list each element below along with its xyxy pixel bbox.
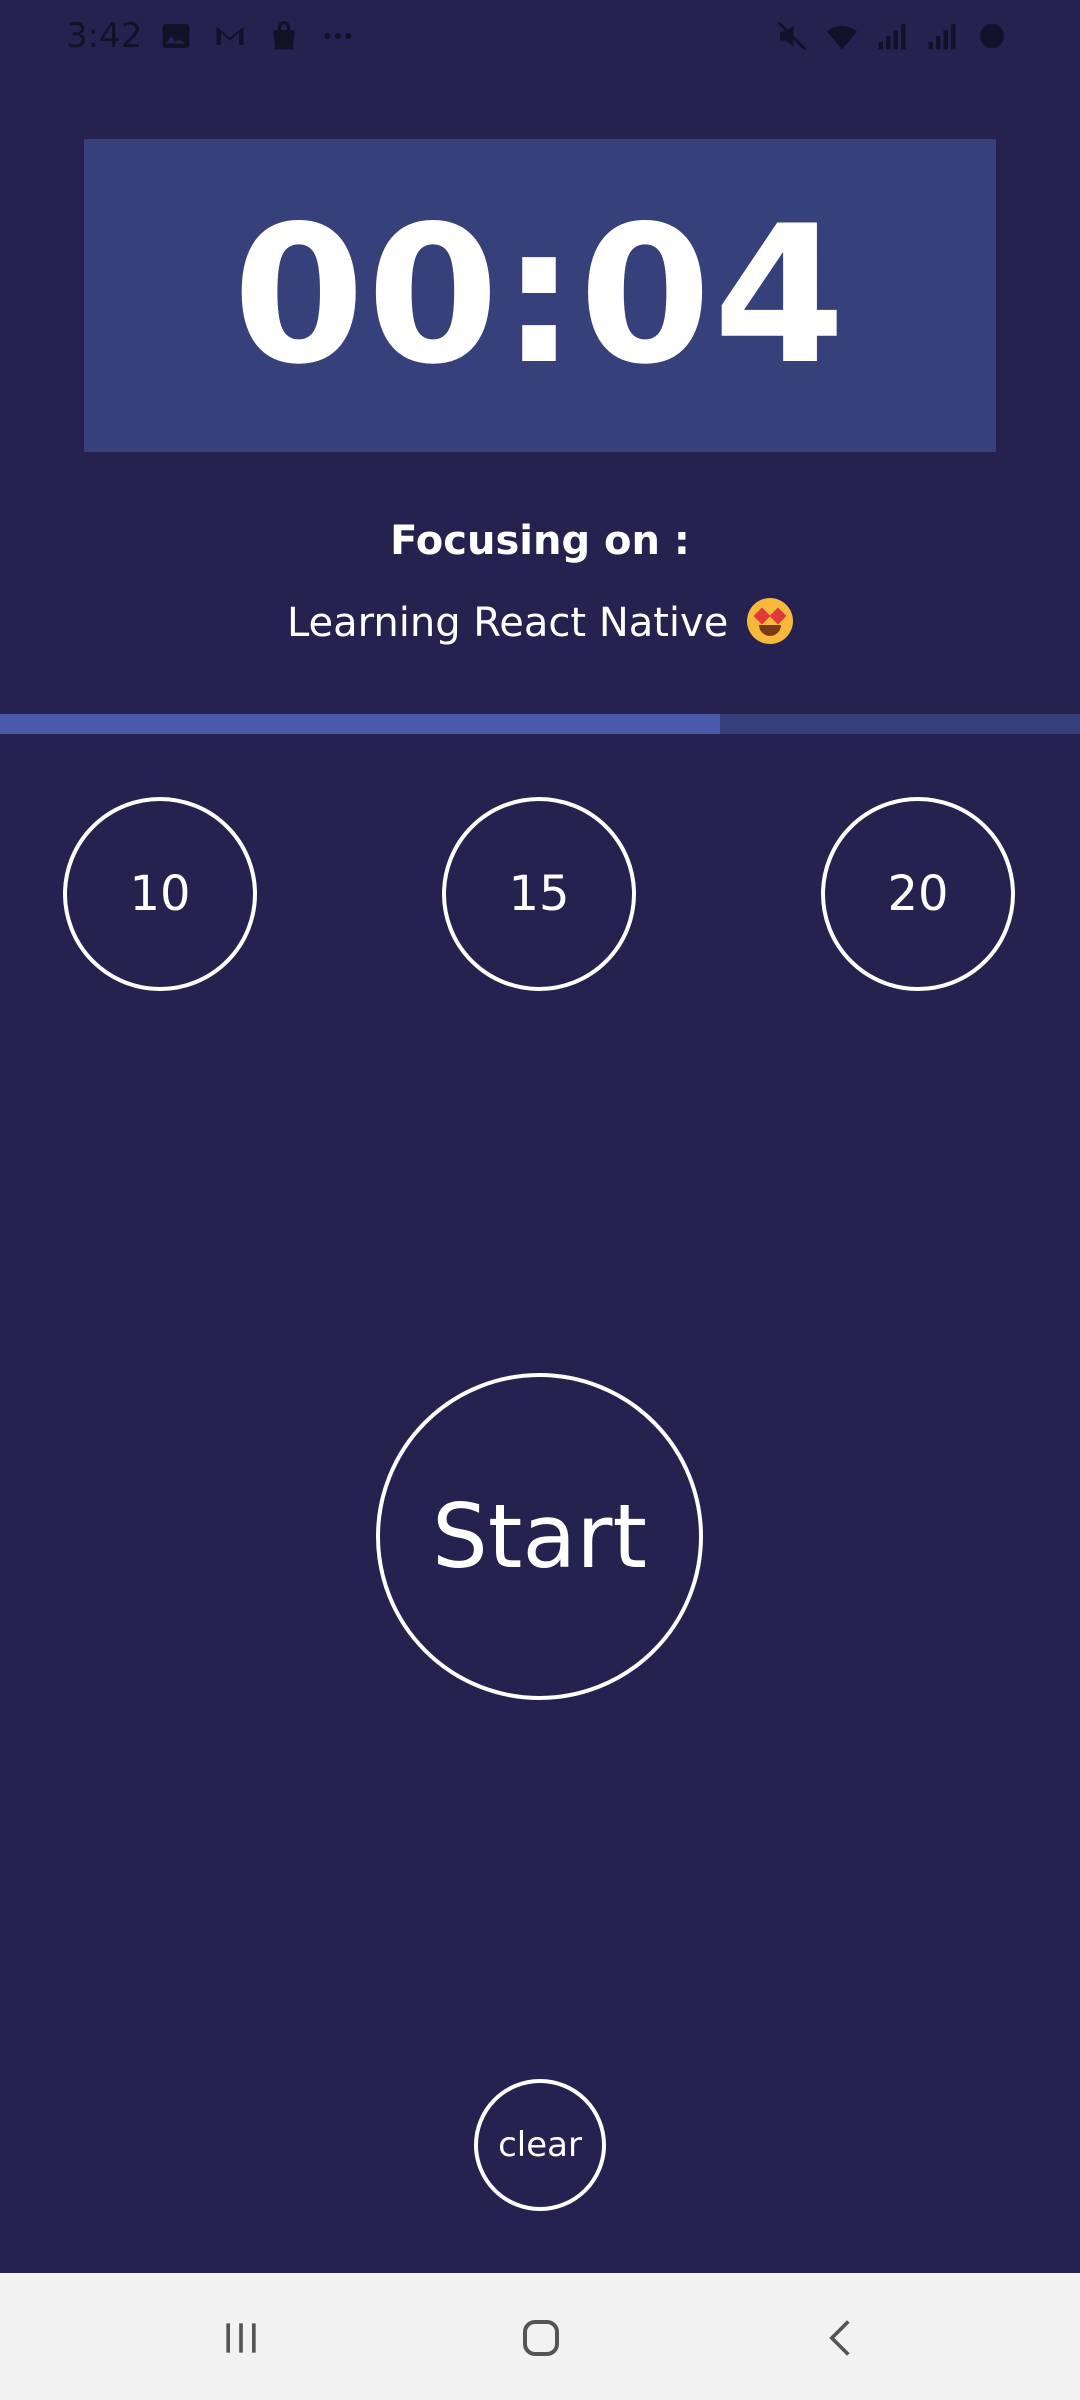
start-button-label: Start [432, 1485, 647, 1588]
focus-subject-text: Learning React Native [286, 600, 729, 646]
star-struck-emoji-icon [747, 598, 794, 644]
back-button[interactable] [806, 2303, 876, 2373]
battery-icon [980, 24, 1004, 48]
time-option-label: 15 [508, 866, 570, 922]
signal-icon [928, 24, 956, 50]
recent-apps-button[interactable] [206, 2303, 276, 2373]
gmail-icon [216, 27, 244, 45]
clear-button-label: clear [498, 2125, 582, 2165]
timer-text: 00:04 [232, 184, 848, 406]
status-bar: 3:42 [0, 0, 1080, 76]
focus-subject: Learning React Native [0, 598, 1080, 646]
recent-apps-icon [226, 2323, 256, 2353]
timer-display: 00:04 [84, 139, 996, 452]
time-option-20-button[interactable]: 20 [821, 797, 1015, 991]
more-dots-icon [324, 33, 352, 39]
progress-bar [0, 714, 1080, 734]
status-time: 3:42 [66, 16, 143, 56]
focus-label: Focusing on : [390, 518, 690, 564]
time-option-label: 20 [887, 866, 949, 922]
progress-fill [0, 714, 721, 734]
navigation-bar [0, 2273, 1080, 2400]
status-right-icons [774, 18, 1010, 54]
home-icon [523, 2320, 559, 2356]
mute-icon [777, 21, 807, 51]
time-option-15-button[interactable]: 15 [442, 797, 636, 991]
start-button[interactable]: Start [376, 1373, 703, 1700]
wifi-icon [827, 25, 857, 50]
gallery-icon [162, 24, 190, 48]
status-left-icons [158, 18, 356, 54]
back-icon [829, 2320, 850, 2356]
time-option-10-button[interactable]: 10 [63, 797, 257, 991]
signal-icon [878, 24, 906, 50]
home-button[interactable] [506, 2303, 576, 2373]
clear-button[interactable]: clear [474, 2079, 606, 2211]
shopping-bag-icon [273, 21, 295, 50]
time-option-label: 10 [129, 866, 191, 922]
